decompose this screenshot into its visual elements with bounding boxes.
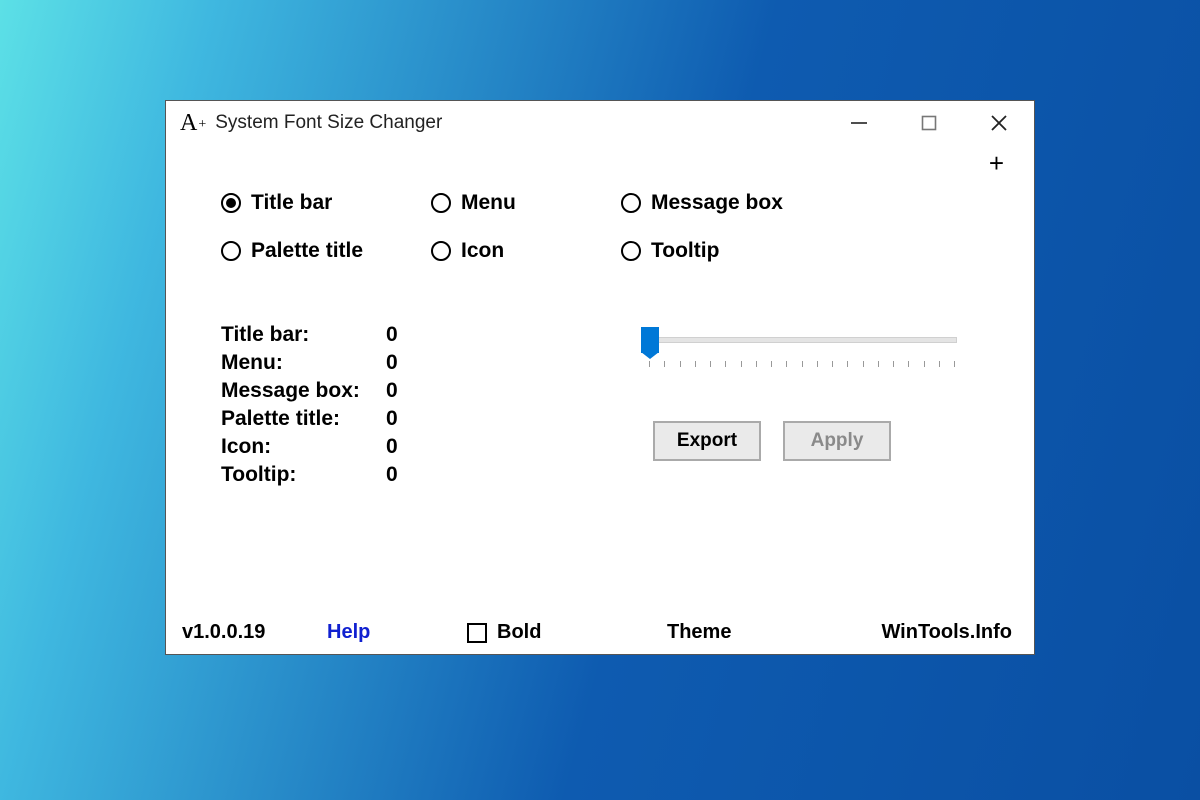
window-title: System Font Size Changer xyxy=(215,112,442,134)
value-label: Tooltip: xyxy=(221,463,386,487)
radio-icon xyxy=(221,241,241,261)
radio-icon xyxy=(621,241,641,261)
value-number: 0 xyxy=(386,435,398,459)
radio-label: Menu xyxy=(461,191,516,215)
size-slider[interactable] xyxy=(641,327,957,373)
value-row-title-bar: Title bar: 0 xyxy=(221,323,641,347)
value-number: 0 xyxy=(386,463,398,487)
minimize-button[interactable] xyxy=(824,101,894,145)
plus-icon[interactable]: + xyxy=(989,150,1004,176)
radio-palette-title[interactable]: Palette title xyxy=(221,239,431,263)
site-link[interactable]: WinTools.Info xyxy=(881,621,1012,644)
values-list: Title bar: 0 Menu: 0 Message box: 0 Pale… xyxy=(221,323,641,491)
value-label: Palette title: xyxy=(221,407,386,431)
slider-ticks xyxy=(649,361,955,369)
app-window: A System Font Size Changer + Title bar M… xyxy=(165,100,1035,655)
bold-label: Bold xyxy=(497,621,541,644)
radio-label: Icon xyxy=(461,239,504,263)
close-button[interactable] xyxy=(964,101,1034,145)
version-label: v1.0.0.19 xyxy=(182,621,327,644)
bold-checkbox-group[interactable]: Bold xyxy=(467,621,667,644)
button-label: Export xyxy=(677,430,737,452)
value-label: Icon: xyxy=(221,435,386,459)
toolbar-row: + xyxy=(166,145,1034,181)
radio-title-bar[interactable]: Title bar xyxy=(221,191,431,215)
apply-button[interactable]: Apply xyxy=(783,421,891,461)
radio-menu[interactable]: Menu xyxy=(431,191,621,215)
radio-label: Message box xyxy=(651,191,783,215)
radio-message-box[interactable]: Message box xyxy=(621,191,901,215)
footer-bar: v1.0.0.19 Help Bold Theme WinTools.Info xyxy=(166,621,1034,644)
maximize-button[interactable] xyxy=(894,101,964,145)
radio-label: Title bar xyxy=(251,191,332,215)
value-row-icon: Icon: 0 xyxy=(221,435,641,459)
controls-column: Export Apply xyxy=(641,323,1034,491)
slider-thumb[interactable] xyxy=(641,327,659,353)
titlebar[interactable]: A System Font Size Changer xyxy=(166,101,1034,145)
window-controls xyxy=(824,101,1034,145)
radio-icon xyxy=(221,193,241,213)
value-number: 0 xyxy=(386,323,398,347)
radio-icon xyxy=(431,193,451,213)
button-label: Apply xyxy=(811,430,864,452)
radio-label: Palette title xyxy=(251,239,363,263)
slider-track xyxy=(647,337,957,343)
radio-icon xyxy=(431,241,451,261)
value-label: Title bar: xyxy=(221,323,386,347)
radio-tooltip[interactable]: Tooltip xyxy=(621,239,901,263)
value-row-palette-title: Palette title: 0 xyxy=(221,407,641,431)
radio-icon xyxy=(621,193,641,213)
value-row-menu: Menu: 0 xyxy=(221,351,641,375)
button-row: Export Apply xyxy=(653,421,979,461)
value-row-tooltip: Tooltip: 0 xyxy=(221,463,641,487)
mid-section: Title bar: 0 Menu: 0 Message box: 0 Pale… xyxy=(166,263,1034,491)
value-number: 0 xyxy=(386,379,398,403)
help-link[interactable]: Help xyxy=(327,621,467,644)
value-row-message-box: Message box: 0 xyxy=(221,379,641,403)
value-label: Menu: xyxy=(221,351,386,375)
value-number: 0 xyxy=(386,351,398,375)
radio-label: Tooltip xyxy=(651,239,719,263)
app-logo-icon: A xyxy=(180,110,205,137)
theme-link[interactable]: Theme xyxy=(667,621,837,644)
checkbox-icon[interactable] xyxy=(467,623,487,643)
export-button[interactable]: Export xyxy=(653,421,761,461)
radio-icon-option[interactable]: Icon xyxy=(431,239,621,263)
value-number: 0 xyxy=(386,407,398,431)
value-label: Message box: xyxy=(221,379,386,403)
element-radio-group: Title bar Menu Message box Palette title… xyxy=(166,181,1034,263)
